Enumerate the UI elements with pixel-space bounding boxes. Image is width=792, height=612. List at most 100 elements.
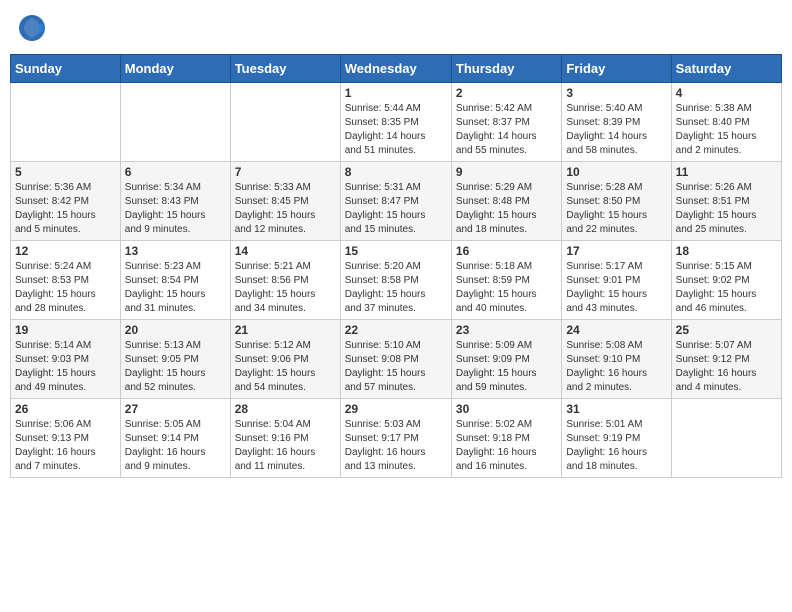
- day-number: 6: [125, 165, 226, 179]
- calendar-cell: 14Sunrise: 5:21 AM Sunset: 8:56 PM Dayli…: [230, 241, 340, 320]
- day-number: 18: [676, 244, 777, 258]
- calendar-cell: 27 Sunrise: 5:05 AM Sunset: 9:14 PM Dayli…: [120, 399, 230, 478]
- day-info: Sunrise: 5:14 AM Sunset: 9:03 PM Dayligh…: [15, 339, 116, 395]
- day-number: 30: [456, 402, 557, 416]
- day-info: Sunrise: 5:04 AM Sunset: 9:16 PM Dayligh…: [235, 418, 336, 474]
- week-row-4: 19 Sunrise: 5:14 AM Sunset: 9:03 PM Dayli…: [11, 320, 782, 399]
- day-number: 27: [125, 402, 226, 416]
- day-number: 24: [566, 323, 666, 337]
- day-info: Sunrise: 5:38 AM Sunset: 8:40 PM Dayligh…: [676, 102, 777, 158]
- calendar-cell: 12 Sunrise: 5:24 AM Sunset: 8:53 PM Dayli…: [11, 241, 121, 320]
- calendar-cell: 19 Sunrise: 5:14 AM Sunset: 9:03 PM Dayli…: [11, 320, 121, 399]
- calendar-cell: 29Sunrise: 5:03 AM Sunset: 9:17 PM Dayli…: [340, 399, 451, 478]
- logo-icon: [18, 14, 46, 42]
- day-info: Sunrise: 5:01 AM Sunset: 9:19 PM Dayligh…: [566, 418, 666, 474]
- calendar-cell: 8 Sunrise: 5:31 AM Sunset: 8:47 PM Daylig…: [340, 162, 451, 241]
- day-info: Sunrise: 5:34 AM Sunset: 8:43 PM Dayligh…: [125, 181, 226, 237]
- day-number: 11: [676, 165, 777, 179]
- day-number: 14: [235, 244, 336, 258]
- calendar-cell: 23 Sunrise: 5:09 AM Sunset: 9:09 PM Dayli…: [451, 320, 561, 399]
- calendar-cell: 3Sunrise: 5:40 AM Sunset: 8:39 PM Daylig…: [562, 83, 671, 162]
- day-info: Sunrise: 5:06 AM Sunset: 9:13 PM Dayligh…: [15, 418, 116, 474]
- week-row-1: 1 Sunrise: 5:44 AM Sunset: 8:35 PM Daylig…: [11, 83, 782, 162]
- calendar-cell: 25 Sunrise: 5:07 AM Sunset: 9:12 PM Dayli…: [671, 320, 781, 399]
- day-number: 21: [235, 323, 336, 337]
- calendar-cell: 15Sunrise: 5:20 AM Sunset: 8:58 PM Dayli…: [340, 241, 451, 320]
- day-number: 28: [235, 402, 336, 416]
- day-info: Sunrise: 5:10 AM Sunset: 9:08 PM Dayligh…: [345, 339, 447, 395]
- day-number: 15: [345, 244, 447, 258]
- day-number: 31: [566, 402, 666, 416]
- day-info: Sunrise: 5:18 AM Sunset: 8:59 PM Dayligh…: [456, 260, 557, 316]
- calendar-cell: [11, 83, 121, 162]
- day-info: Sunrise: 5:24 AM Sunset: 8:53 PM Dayligh…: [15, 260, 116, 316]
- day-info: Sunrise: 5:42 AM Sunset: 8:37 PM Dayligh…: [456, 102, 557, 158]
- day-number: 3: [566, 86, 666, 100]
- day-number: 25: [676, 323, 777, 337]
- day-info: Sunrise: 5:29 AM Sunset: 8:48 PM Dayligh…: [456, 181, 557, 237]
- calendar-cell: [120, 83, 230, 162]
- calendar-body: 1 Sunrise: 5:44 AM Sunset: 8:35 PM Daylig…: [11, 83, 782, 478]
- day-header-tuesday: Tuesday: [230, 55, 340, 83]
- day-number: 23: [456, 323, 557, 337]
- week-row-3: 12 Sunrise: 5:24 AM Sunset: 8:53 PM Dayli…: [11, 241, 782, 320]
- day-info: Sunrise: 5:02 AM Sunset: 9:18 PM Dayligh…: [456, 418, 557, 474]
- calendar-cell: 7Sunrise: 5:33 AM Sunset: 8:45 PM Daylig…: [230, 162, 340, 241]
- day-info: Sunrise: 5:31 AM Sunset: 8:47 PM Dayligh…: [345, 181, 447, 237]
- day-info: Sunrise: 5:08 AM Sunset: 9:10 PM Dayligh…: [566, 339, 666, 395]
- day-header-thursday: Thursday: [451, 55, 561, 83]
- calendar-cell: 6 Sunrise: 5:34 AM Sunset: 8:43 PM Daylig…: [120, 162, 230, 241]
- header-row: SundayMondayTuesdayWednesdayThursdayFrid…: [11, 55, 782, 83]
- day-number: 19: [15, 323, 116, 337]
- day-info: Sunrise: 5:07 AM Sunset: 9:12 PM Dayligh…: [676, 339, 777, 395]
- calendar-cell: 21 Sunrise: 5:12 AM Sunset: 9:06 PM Dayli…: [230, 320, 340, 399]
- calendar-cell: 24 Sunrise: 5:08 AM Sunset: 9:10 PM Dayli…: [562, 320, 671, 399]
- day-info: Sunrise: 5:26 AM Sunset: 8:51 PM Dayligh…: [676, 181, 777, 237]
- calendar-cell: 9 Sunrise: 5:29 AM Sunset: 8:48 PM Daylig…: [451, 162, 561, 241]
- day-number: 5: [15, 165, 116, 179]
- day-header-wednesday: Wednesday: [340, 55, 451, 83]
- week-row-2: 5 Sunrise: 5:36 AM Sunset: 8:42 PM Daylig…: [11, 162, 782, 241]
- day-number: 22: [345, 323, 447, 337]
- calendar-cell: 26 Sunrise: 5:06 AM Sunset: 9:13 PM Dayli…: [11, 399, 121, 478]
- calendar-cell: 10 Sunrise: 5:28 AM Sunset: 8:50 PM Dayli…: [562, 162, 671, 241]
- day-number: 8: [345, 165, 447, 179]
- calendar-cell: 5 Sunrise: 5:36 AM Sunset: 8:42 PM Daylig…: [11, 162, 121, 241]
- calendar: SundayMondayTuesdayWednesdayThursdayFrid…: [10, 54, 782, 478]
- day-info: Sunrise: 5:15 AM Sunset: 9:02 PM Dayligh…: [676, 260, 777, 316]
- day-header-sunday: Sunday: [11, 55, 121, 83]
- day-number: 10: [566, 165, 666, 179]
- day-info: Sunrise: 5:17 AM Sunset: 9:01 PM Dayligh…: [566, 260, 666, 316]
- day-number: 20: [125, 323, 226, 337]
- day-number: 1: [345, 86, 447, 100]
- day-number: 4: [676, 86, 777, 100]
- calendar-cell: 11 Sunrise: 5:26 AM Sunset: 8:51 PM Dayli…: [671, 162, 781, 241]
- calendar-cell: 22 Sunrise: 5:10 AM Sunset: 9:08 PM Dayli…: [340, 320, 451, 399]
- calendar-cell: 13 Sunrise: 5:23 AM Sunset: 8:54 PM Dayli…: [120, 241, 230, 320]
- day-info: Sunrise: 5:09 AM Sunset: 9:09 PM Dayligh…: [456, 339, 557, 395]
- calendar-cell: 30 Sunrise: 5:02 AM Sunset: 9:18 PM Dayli…: [451, 399, 561, 478]
- day-number: 2: [456, 86, 557, 100]
- calendar-cell: 1 Sunrise: 5:44 AM Sunset: 8:35 PM Daylig…: [340, 83, 451, 162]
- calendar-cell: [230, 83, 340, 162]
- day-info: Sunrise: 5:28 AM Sunset: 8:50 PM Dayligh…: [566, 181, 666, 237]
- day-info: Sunrise: 5:23 AM Sunset: 8:54 PM Dayligh…: [125, 260, 226, 316]
- calendar-cell: 31 Sunrise: 5:01 AM Sunset: 9:19 PM Dayli…: [562, 399, 671, 478]
- day-info: Sunrise: 5:05 AM Sunset: 9:14 PM Dayligh…: [125, 418, 226, 474]
- calendar-cell: 4 Sunrise: 5:38 AM Sunset: 8:40 PM Daylig…: [671, 83, 781, 162]
- calendar-cell: 16 Sunrise: 5:18 AM Sunset: 8:59 PM Dayli…: [451, 241, 561, 320]
- day-info: Sunrise: 5:13 AM Sunset: 9:05 PM Dayligh…: [125, 339, 226, 395]
- day-number: 26: [15, 402, 116, 416]
- day-info: Sunrise: 5:44 AM Sunset: 8:35 PM Dayligh…: [345, 102, 447, 158]
- day-info: Sunrise: 5:12 AM Sunset: 9:06 PM Dayligh…: [235, 339, 336, 395]
- calendar-cell: 17Sunrise: 5:17 AM Sunset: 9:01 PM Dayli…: [562, 241, 671, 320]
- calendar-cell: [671, 399, 781, 478]
- day-info: Sunrise: 5:36 AM Sunset: 8:42 PM Dayligh…: [15, 181, 116, 237]
- day-number: 29: [345, 402, 447, 416]
- calendar-cell: 2 Sunrise: 5:42 AM Sunset: 8:37 PM Daylig…: [451, 83, 561, 162]
- day-number: 13: [125, 244, 226, 258]
- day-number: 16: [456, 244, 557, 258]
- day-number: 9: [456, 165, 557, 179]
- calendar-header: SundayMondayTuesdayWednesdayThursdayFrid…: [11, 55, 782, 83]
- day-number: 12: [15, 244, 116, 258]
